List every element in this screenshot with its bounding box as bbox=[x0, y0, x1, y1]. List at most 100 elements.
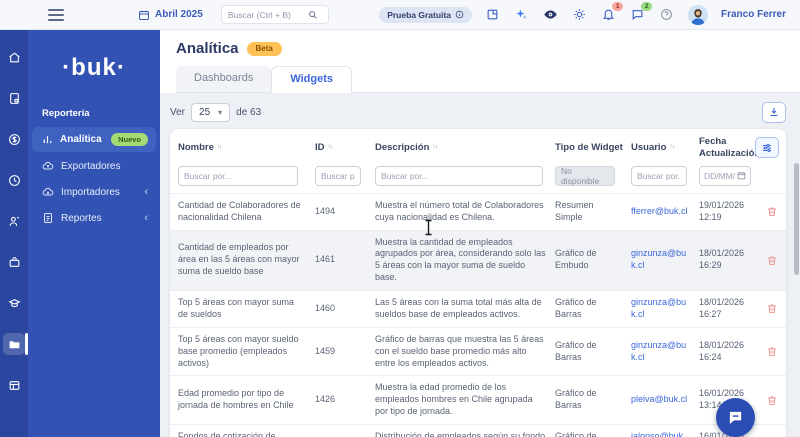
help-icon[interactable] bbox=[659, 7, 675, 23]
eye-icon[interactable] bbox=[543, 7, 559, 23]
column-settings-button[interactable] bbox=[755, 137, 779, 158]
widgets-table: Nombre ↑↓ ID ↑↓ Descripción ↑↓ Tipo de Widg… bbox=[170, 129, 786, 437]
cell-usuario-email[interactable]: fferrer@buk.cl bbox=[631, 206, 699, 218]
chevron-collapse-icon[interactable]: ‹ bbox=[144, 212, 148, 224]
cell-usuario-email[interactable]: ginzunza@buk.cl bbox=[631, 340, 699, 364]
settings-gear-icon[interactable] bbox=[572, 7, 588, 23]
cell-descripcion: Las 5 áreas con la suma total más alta d… bbox=[375, 297, 542, 319]
tab-widgets[interactable]: Widgets bbox=[271, 66, 353, 93]
boards-icon[interactable] bbox=[3, 374, 25, 396]
sort-icon[interactable]: ↑↓ bbox=[432, 143, 437, 151]
notifications-bell-icon[interactable]: 1 bbox=[601, 1, 623, 23]
delete-trash-icon[interactable] bbox=[757, 394, 786, 407]
global-search-input[interactable] bbox=[221, 9, 308, 20]
cell-nombre: Top 5 áreas con mayor suma de sueldos bbox=[178, 297, 295, 319]
table-row[interactable]: Edad promedio por tipo de jornada de hom… bbox=[170, 375, 786, 424]
filter-fecha-input[interactable]: DD/MM/ bbox=[699, 165, 751, 186]
page-title: Analítica bbox=[176, 40, 239, 57]
table-body: Cantidad de Colaboradores de nacionalida… bbox=[170, 192, 786, 437]
sidebar-item-exportadores[interactable]: Exportadores bbox=[32, 154, 156, 178]
cell-usuario-email[interactable]: jalonso@buk.cl bbox=[631, 431, 699, 437]
table-filter-row: No disponible DD/MM/ bbox=[170, 162, 786, 193]
cell-id: 1426 bbox=[315, 394, 336, 405]
cell-usuario-email[interactable]: pleiva@buk.cl bbox=[631, 394, 699, 406]
table-row[interactable]: Top 5 áreas con mayor suma de sueldos 14… bbox=[170, 290, 786, 327]
topbar: Abril 2025 Prueba Gratuita bbox=[0, 0, 800, 30]
filter-id-input[interactable] bbox=[315, 165, 361, 186]
sidebar-item-analitica[interactable]: Analítica Nuevo bbox=[32, 127, 156, 152]
time-clock-icon[interactable] bbox=[3, 169, 25, 191]
ai-sparkles-icon[interactable] bbox=[514, 7, 530, 23]
sidebar: ·buk· Reportería Analítica Nuevo Exporta… bbox=[0, 30, 160, 437]
delete-trash-icon[interactable] bbox=[757, 254, 786, 267]
column-header-fecha[interactable]: Fecha Actualización↑↓ bbox=[699, 136, 769, 160]
cell-usuario-email[interactable]: ginzunza@buk.cl bbox=[631, 248, 699, 272]
chevron-collapse-icon[interactable]: ‹ bbox=[144, 186, 148, 198]
cell-id: 1460 bbox=[315, 302, 336, 313]
cell-id: 1461 bbox=[315, 254, 336, 265]
vertical-scrollbar[interactable] bbox=[793, 118, 799, 437]
delete-trash-icon[interactable] bbox=[757, 345, 786, 358]
chevron-down-icon: ▾ bbox=[218, 107, 223, 117]
cell-descripcion: Muestra la cantidad de empleados agrupad… bbox=[375, 236, 546, 283]
save-icon[interactable] bbox=[485, 7, 501, 23]
cell-nombre: Top 5 áreas con mayor sueldo base promed… bbox=[178, 333, 299, 368]
calendar-icon bbox=[138, 9, 150, 21]
payroll-icon[interactable] bbox=[3, 128, 25, 150]
info-icon bbox=[455, 10, 464, 19]
talent-icon[interactable] bbox=[3, 210, 25, 232]
beta-badge: Beta bbox=[246, 41, 282, 56]
cell-fecha: 19/01/2026 12:19 bbox=[699, 199, 745, 222]
tab-bar: Dashboards Widgets bbox=[176, 66, 800, 93]
column-header-usuario[interactable]: Usuario ↑↓ bbox=[631, 142, 699, 154]
sidebar-section-title: Reportería bbox=[42, 108, 90, 119]
nuevo-badge: Nuevo bbox=[111, 133, 148, 146]
cell-descripcion: Gráfico de barras que muestra las 5 área… bbox=[375, 333, 544, 368]
table-row[interactable]: Fondos de cotización de empleados 1393 D… bbox=[170, 424, 786, 437]
cell-usuario-email[interactable]: ginzunza@buk.cl bbox=[631, 297, 699, 321]
sidebar-panel: ·buk· Reportería Analítica Nuevo Exporta… bbox=[28, 30, 160, 437]
table-row[interactable]: Cantidad de Colaboradores de nacionalida… bbox=[170, 192, 786, 230]
home-icon[interactable] bbox=[3, 46, 25, 68]
page-header: Analítica Beta Dashboards Widgets bbox=[160, 30, 800, 93]
period-selector[interactable]: Abril 2025 bbox=[138, 9, 203, 21]
global-search[interactable] bbox=[220, 5, 329, 24]
sort-icon[interactable]: ↑↓ bbox=[328, 143, 333, 151]
table-row[interactable]: Top 5 áreas con mayor sueldo base promed… bbox=[170, 326, 786, 376]
hamburger-menu-icon[interactable] bbox=[48, 8, 64, 21]
filter-nombre-input[interactable] bbox=[178, 165, 298, 186]
page-size-select[interactable]: 25 ▾ bbox=[191, 102, 231, 122]
briefcase-icon[interactable] bbox=[3, 251, 25, 273]
sidebar-item-reportes[interactable]: Reportes ‹ bbox=[32, 206, 156, 230]
delete-trash-icon[interactable] bbox=[757, 205, 786, 218]
cell-nombre: Fondos de cotización de empleados bbox=[178, 431, 276, 437]
trial-badge[interactable]: Prueba Gratuita bbox=[379, 6, 472, 23]
cell-tipo: Resumen Simple bbox=[555, 199, 594, 222]
cell-fecha: 18/01/2026 16:29 bbox=[699, 248, 745, 271]
import-cloud-icon bbox=[42, 186, 54, 198]
sort-icon[interactable]: ↑↓ bbox=[217, 143, 222, 151]
sidebar-item-importadores[interactable]: Importadores ‹ bbox=[32, 180, 156, 204]
cell-tipo: Gráfico de Barras bbox=[555, 339, 597, 362]
cell-tipo: Gráfico de Embudo bbox=[555, 248, 597, 271]
filter-descripcion-input[interactable] bbox=[375, 165, 543, 186]
column-header-descripcion[interactable]: Descripción ↑↓ bbox=[375, 142, 555, 154]
contracts-icon[interactable] bbox=[3, 87, 25, 109]
user-name[interactable]: Franco Ferrer bbox=[721, 9, 786, 20]
chat-launcher-button[interactable] bbox=[716, 398, 755, 437]
sort-icon[interactable]: ↑↓ bbox=[669, 143, 674, 151]
delete-trash-icon[interactable] bbox=[757, 302, 786, 315]
reporting-folder-icon[interactable] bbox=[3, 333, 28, 355]
cell-id: 1494 bbox=[315, 205, 336, 216]
filter-usuario-input[interactable] bbox=[631, 165, 687, 186]
user-avatar[interactable] bbox=[687, 4, 708, 25]
tab-dashboards[interactable]: Dashboards bbox=[176, 66, 272, 92]
column-header-id[interactable]: ID ↑↓ bbox=[315, 142, 375, 154]
scrollbar-thumb[interactable] bbox=[793, 163, 799, 275]
learning-icon[interactable] bbox=[3, 292, 25, 314]
table-row[interactable]: Cantidad de empleados por área en las 5 … bbox=[170, 229, 786, 290]
download-button[interactable] bbox=[762, 101, 786, 123]
messages-icon[interactable]: 2 bbox=[630, 1, 652, 23]
column-header-nombre[interactable]: Nombre ↑↓ bbox=[178, 142, 315, 154]
search-icon bbox=[308, 10, 318, 20]
